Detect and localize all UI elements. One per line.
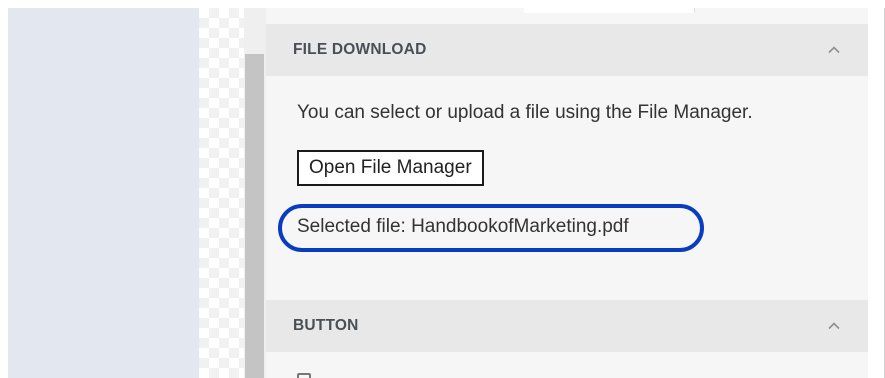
file-download-section-header[interactable]: FILE DOWNLOAD: [266, 24, 868, 76]
transparent-canvas-strip: [199, 8, 244, 378]
scrollbar-thumb[interactable]: [245, 54, 264, 378]
button-section-title: BUTTON: [293, 317, 359, 334]
panel-top-strip: [524, 8, 695, 13]
left-pane: [8, 8, 199, 378]
file-manager-info-text: You can select or upload a file using th…: [297, 102, 753, 123]
chevron-up-icon[interactable]: [828, 320, 840, 332]
selected-file-label: Selected file: HandbookofMarketing.pdf: [297, 216, 629, 237]
properties-panel: FILE DOWNLOAD You can select or upload a…: [266, 8, 885, 378]
chevron-up-icon[interactable]: [828, 44, 840, 56]
file-download-section-title: FILE DOWNLOAD: [293, 41, 427, 58]
panel-right-edge: [868, 8, 885, 378]
open-file-manager-button[interactable]: Open File Manager: [297, 150, 484, 186]
button-section-header[interactable]: BUTTON: [266, 300, 868, 352]
checkbox-icon[interactable]: [297, 373, 311, 378]
editor-window: FILE DOWNLOAD You can select or upload a…: [8, 8, 885, 378]
